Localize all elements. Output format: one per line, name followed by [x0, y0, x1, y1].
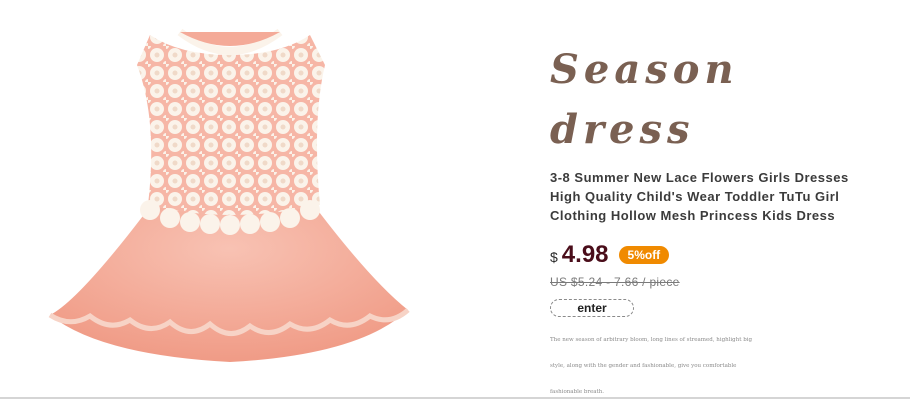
description-line: Clothing Hollow Mesh Princess Kids Dress: [550, 208, 836, 223]
description-line: High Quality Child's Wear Toddler TuTu G…: [550, 189, 840, 204]
dress-illustration: [48, 28, 410, 362]
product-info: Season dress 3-8 Summer New Lace Flowers…: [550, 40, 890, 405]
description-line: 3-8 Summer New Lace Flowers Girls Dresse…: [550, 170, 849, 185]
product-blurb: The new season of arbitrary bloom, long …: [550, 327, 800, 405]
blurb-line: fashionable breath.: [550, 389, 605, 395]
product-image[interactable]: [40, 10, 420, 370]
product-description: 3-8 Summer New Lace Flowers Girls Dresse…: [550, 168, 890, 225]
currency-symbol: $: [550, 249, 558, 265]
blurb-line: style, along with the gender and fashion…: [550, 363, 737, 369]
divider: [0, 397, 910, 399]
blurb-line: The new season of arbitrary bloom, long …: [550, 337, 752, 343]
enter-button[interactable]: enter: [550, 299, 634, 317]
price-row: $ 4.98 5%off: [550, 241, 890, 269]
section-heading: Season dress: [550, 46, 739, 153]
original-price: US $5.24 - 7.66 / piece: [550, 275, 680, 289]
discount-badge: 5%off: [618, 246, 670, 264]
price: 4.98: [561, 241, 609, 268]
